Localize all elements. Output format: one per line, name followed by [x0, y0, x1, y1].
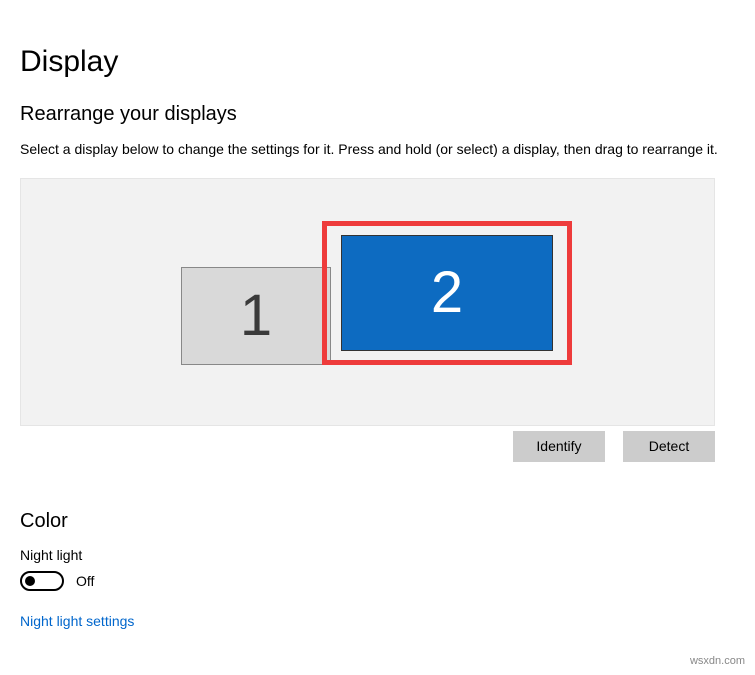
identify-button[interactable]: Identify [513, 431, 605, 462]
color-section: Color Night light Off Night light settin… [20, 510, 735, 631]
detect-button[interactable]: Detect [623, 431, 715, 462]
watermark: wsxdn.com [690, 655, 745, 667]
night-light-label: Night light [20, 547, 735, 563]
color-heading: Color [20, 510, 735, 533]
monitor-2-label: 2 [431, 259, 463, 326]
display-arrangement-area[interactable]: 1 2 [20, 178, 715, 426]
monitor-2-highlight: 2 [322, 221, 572, 365]
toggle-knob-icon [25, 576, 35, 586]
monitor-1[interactable]: 1 [181, 267, 331, 365]
monitor-1-label: 1 [240, 282, 272, 349]
rearrange-instruction: Select a display below to change the set… [20, 140, 735, 160]
page-title: Display [20, 45, 735, 79]
night-light-state: Off [76, 573, 94, 589]
night-light-toggle[interactable] [20, 571, 64, 591]
monitor-2[interactable]: 2 [341, 235, 553, 351]
night-light-toggle-row: Off [20, 571, 735, 591]
display-buttons-row: Identify Detect [20, 431, 715, 462]
rearrange-heading: Rearrange your displays [20, 103, 735, 126]
night-light-settings-link[interactable]: Night light settings [20, 613, 134, 629]
